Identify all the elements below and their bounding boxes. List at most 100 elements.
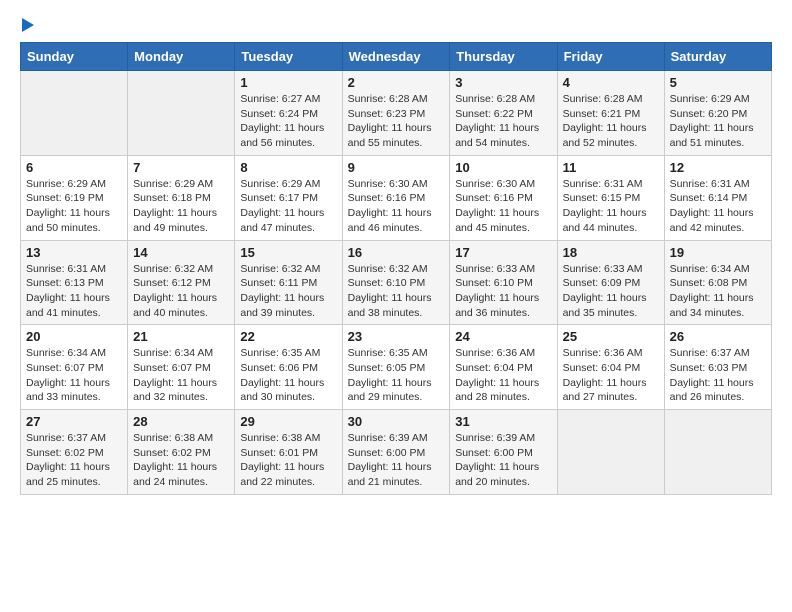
day-number: 25 <box>563 329 659 344</box>
calendar-cell: 28 Sunrise: 6:38 AM Sunset: 6:02 PM Dayli… <box>128 410 235 495</box>
day-info: Sunrise: 6:35 AM Sunset: 6:05 PM Dayligh… <box>348 346 445 405</box>
calendar-cell <box>128 71 235 156</box>
calendar-cell: 21 Sunrise: 6:34 AM Sunset: 6:07 PM Dayli… <box>128 325 235 410</box>
day-number: 5 <box>670 75 766 90</box>
calendar-cell <box>21 71 128 156</box>
calendar-cell: 18 Sunrise: 6:33 AM Sunset: 6:09 PM Dayli… <box>557 240 664 325</box>
day-number: 29 <box>240 414 336 429</box>
day-info: Sunrise: 6:34 AM Sunset: 6:07 PM Dayligh… <box>133 346 229 405</box>
day-info: Sunrise: 6:37 AM Sunset: 6:03 PM Dayligh… <box>670 346 766 405</box>
day-number: 14 <box>133 245 229 260</box>
day-number: 10 <box>455 160 551 175</box>
day-info: Sunrise: 6:27 AM Sunset: 6:24 PM Dayligh… <box>240 92 336 151</box>
calendar-cell: 2 Sunrise: 6:28 AM Sunset: 6:23 PM Daylig… <box>342 71 450 156</box>
calendar-cell: 23 Sunrise: 6:35 AM Sunset: 6:05 PM Dayli… <box>342 325 450 410</box>
calendar-cell: 5 Sunrise: 6:29 AM Sunset: 6:20 PM Daylig… <box>664 71 771 156</box>
calendar-cell <box>557 410 664 495</box>
day-number: 4 <box>563 75 659 90</box>
weekday-header: Friday <box>557 43 664 71</box>
day-info: Sunrise: 6:33 AM Sunset: 6:10 PM Dayligh… <box>455 262 551 321</box>
day-number: 28 <box>133 414 229 429</box>
day-number: 27 <box>26 414 122 429</box>
page: SundayMondayTuesdayWednesdayThursdayFrid… <box>0 0 792 612</box>
day-number: 9 <box>348 160 445 175</box>
calendar-cell: 9 Sunrise: 6:30 AM Sunset: 6:16 PM Daylig… <box>342 155 450 240</box>
day-info: Sunrise: 6:28 AM Sunset: 6:23 PM Dayligh… <box>348 92 445 151</box>
weekday-header: Tuesday <box>235 43 342 71</box>
day-info: Sunrise: 6:30 AM Sunset: 6:16 PM Dayligh… <box>348 177 445 236</box>
day-number: 24 <box>455 329 551 344</box>
day-info: Sunrise: 6:31 AM Sunset: 6:14 PM Dayligh… <box>670 177 766 236</box>
calendar-cell: 13Sunrise: 6:31 AM Sunset: 6:13 PM Dayli… <box>21 240 128 325</box>
day-info: Sunrise: 6:31 AM Sunset: 6:13 PM Dayligh… <box>26 262 122 321</box>
day-number: 17 <box>455 245 551 260</box>
weekday-header: Wednesday <box>342 43 450 71</box>
day-number: 21 <box>133 329 229 344</box>
weekday-header: Thursday <box>450 43 557 71</box>
day-number: 30 <box>348 414 445 429</box>
calendar-cell <box>664 410 771 495</box>
calendar-cell: 20 Sunrise: 6:34 AM Sunset: 6:07 PM Dayli… <box>21 325 128 410</box>
day-info: Sunrise: 6:33 AM Sunset: 6:09 PM Dayligh… <box>563 262 659 321</box>
day-number: 2 <box>348 75 445 90</box>
day-info: Sunrise: 6:37 AM Sunset: 6:02 PM Dayligh… <box>26 431 122 490</box>
day-info: Sunrise: 6:29 AM Sunset: 6:20 PM Dayligh… <box>670 92 766 151</box>
calendar-cell: 14 Sunrise: 6:32 AM Sunset: 6:12 PM Dayli… <box>128 240 235 325</box>
calendar-table: SundayMondayTuesdayWednesdayThursdayFrid… <box>20 42 772 495</box>
day-number: 8 <box>240 160 336 175</box>
day-info: Sunrise: 6:39 AM Sunset: 6:00 PM Dayligh… <box>455 431 551 490</box>
logo <box>20 20 34 32</box>
calendar-cell: 26 Sunrise: 6:37 AM Sunset: 6:03 PM Dayli… <box>664 325 771 410</box>
day-info: Sunrise: 6:32 AM Sunset: 6:10 PM Dayligh… <box>348 262 445 321</box>
day-number: 20 <box>26 329 122 344</box>
day-info: Sunrise: 6:29 AM Sunset: 6:19 PM Dayligh… <box>26 177 122 236</box>
calendar-cell: 24 Sunrise: 6:36 AM Sunset: 6:04 PM Dayli… <box>450 325 557 410</box>
calendar-cell: 31 Sunrise: 6:39 AM Sunset: 6:00 PM Dayli… <box>450 410 557 495</box>
day-info: Sunrise: 6:39 AM Sunset: 6:00 PM Dayligh… <box>348 431 445 490</box>
calendar-cell: 4 Sunrise: 6:28 AM Sunset: 6:21 PM Daylig… <box>557 71 664 156</box>
calendar-cell: 6 Sunrise: 6:29 AM Sunset: 6:19 PM Daylig… <box>21 155 128 240</box>
calendar-week-row: 13Sunrise: 6:31 AM Sunset: 6:13 PM Dayli… <box>21 240 772 325</box>
calendar-cell: 1 Sunrise: 6:27 AM Sunset: 6:24 PM Daylig… <box>235 71 342 156</box>
calendar-cell: 30 Sunrise: 6:39 AM Sunset: 6:00 PM Dayli… <box>342 410 450 495</box>
day-info: Sunrise: 6:28 AM Sunset: 6:22 PM Dayligh… <box>455 92 551 151</box>
calendar-cell: 15 Sunrise: 6:32 AM Sunset: 6:11 PM Dayli… <box>235 240 342 325</box>
day-info: Sunrise: 6:36 AM Sunset: 6:04 PM Dayligh… <box>455 346 551 405</box>
day-info: Sunrise: 6:31 AM Sunset: 6:15 PM Dayligh… <box>563 177 659 236</box>
calendar-cell: 29 Sunrise: 6:38 AM Sunset: 6:01 PM Dayli… <box>235 410 342 495</box>
calendar-week-row: 1 Sunrise: 6:27 AM Sunset: 6:24 PM Daylig… <box>21 71 772 156</box>
day-number: 23 <box>348 329 445 344</box>
day-number: 19 <box>670 245 766 260</box>
calendar-cell: 27 Sunrise: 6:37 AM Sunset: 6:02 PM Dayli… <box>21 410 128 495</box>
calendar-cell: 22 Sunrise: 6:35 AM Sunset: 6:06 PM Dayli… <box>235 325 342 410</box>
calendar-cell: 25Sunrise: 6:36 AM Sunset: 6:04 PM Dayli… <box>557 325 664 410</box>
calendar-cell: 3Sunrise: 6:28 AM Sunset: 6:22 PM Daylig… <box>450 71 557 156</box>
weekday-header: Sunday <box>21 43 128 71</box>
day-info: Sunrise: 6:28 AM Sunset: 6:21 PM Dayligh… <box>563 92 659 151</box>
day-info: Sunrise: 6:32 AM Sunset: 6:11 PM Dayligh… <box>240 262 336 321</box>
day-number: 18 <box>563 245 659 260</box>
calendar-week-row: 20 Sunrise: 6:34 AM Sunset: 6:07 PM Dayli… <box>21 325 772 410</box>
day-info: Sunrise: 6:32 AM Sunset: 6:12 PM Dayligh… <box>133 262 229 321</box>
day-number: 6 <box>26 160 122 175</box>
day-info: Sunrise: 6:34 AM Sunset: 6:07 PM Dayligh… <box>26 346 122 405</box>
day-info: Sunrise: 6:38 AM Sunset: 6:01 PM Dayligh… <box>240 431 336 490</box>
day-number: 26 <box>670 329 766 344</box>
calendar-week-row: 6 Sunrise: 6:29 AM Sunset: 6:19 PM Daylig… <box>21 155 772 240</box>
day-number: 16 <box>348 245 445 260</box>
calendar-cell: 11 Sunrise: 6:31 AM Sunset: 6:15 PM Dayli… <box>557 155 664 240</box>
weekday-header: Saturday <box>664 43 771 71</box>
day-number: 22 <box>240 329 336 344</box>
day-info: Sunrise: 6:30 AM Sunset: 6:16 PM Dayligh… <box>455 177 551 236</box>
calendar-cell: 10 Sunrise: 6:30 AM Sunset: 6:16 PM Dayli… <box>450 155 557 240</box>
day-info: Sunrise: 6:38 AM Sunset: 6:02 PM Dayligh… <box>133 431 229 490</box>
day-info: Sunrise: 6:29 AM Sunset: 6:17 PM Dayligh… <box>240 177 336 236</box>
day-number: 31 <box>455 414 551 429</box>
day-number: 1 <box>240 75 336 90</box>
day-number: 11 <box>563 160 659 175</box>
logo-arrow-icon <box>22 18 34 32</box>
day-info: Sunrise: 6:35 AM Sunset: 6:06 PM Dayligh… <box>240 346 336 405</box>
calendar-cell: 16 Sunrise: 6:32 AM Sunset: 6:10 PM Dayli… <box>342 240 450 325</box>
day-number: 15 <box>240 245 336 260</box>
calendar-header-row: SundayMondayTuesdayWednesdayThursdayFrid… <box>21 43 772 71</box>
